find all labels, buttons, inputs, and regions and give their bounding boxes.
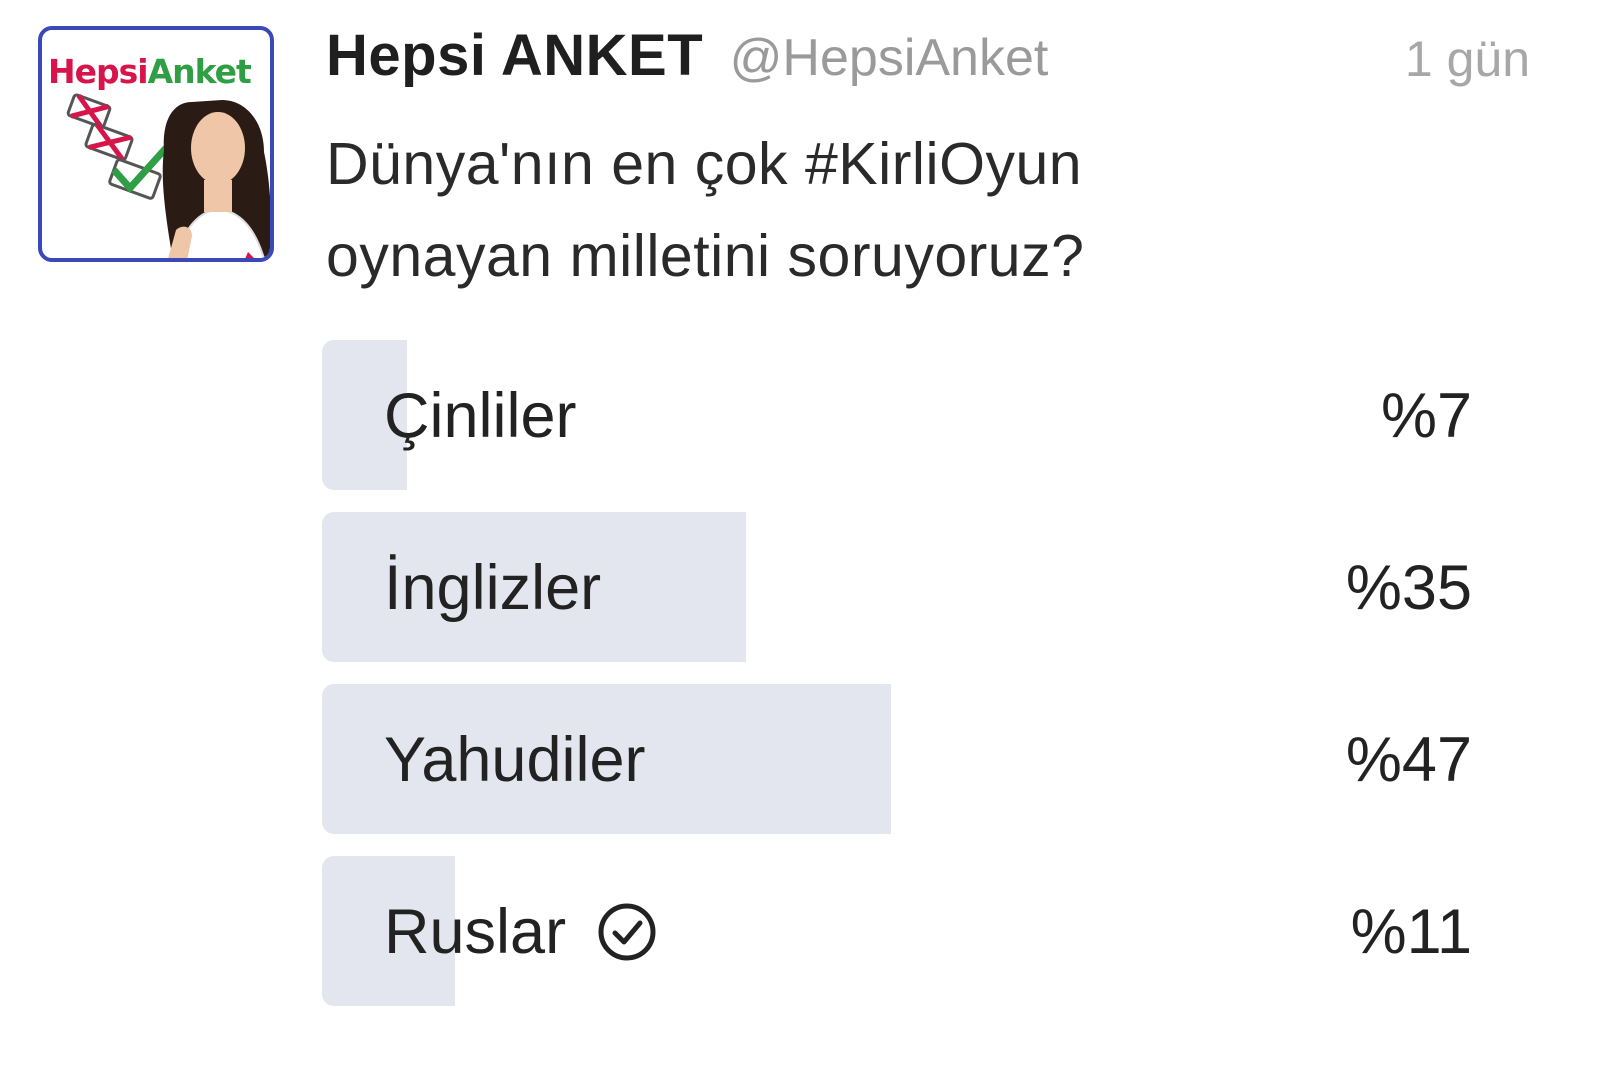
- poll-option-label: İnglizler: [384, 553, 602, 623]
- user-handle[interactable]: @HepsiAnket: [730, 29, 1049, 87]
- tweet-text-line: Dünya'nın en çok #KirliOyun: [326, 131, 1083, 197]
- poll-option-percent: %7: [1380, 381, 1472, 451]
- timestamp[interactable]: 1 gün: [1405, 30, 1530, 88]
- poll-option-percent: %47: [1345, 725, 1472, 795]
- avatar-illustration: [66, 93, 270, 258]
- tweet-text: Dünya'nın en çok #KirliOyun oynayan mill…: [326, 118, 1426, 302]
- tweet-text-line: oynayan milletini soruyoruz?: [326, 223, 1085, 289]
- check-circle-icon: [598, 903, 656, 961]
- poll-option-percent: %11: [1350, 897, 1472, 967]
- poll-option[interactable]: İnglizler %35: [322, 512, 1472, 662]
- poll-option[interactable]: Yahudiler %47: [322, 684, 1472, 834]
- poll-option[interactable]: Ruslar %11: [322, 856, 1472, 1006]
- tweet-card: HepsiAnket Hepsi ANKET @HepsiAnket 1 gün…: [0, 0, 1610, 1080]
- tweet-header: Hepsi ANKET @HepsiAnket 1 gün: [326, 22, 1530, 92]
- avatar[interactable]: HepsiAnket: [38, 26, 274, 262]
- poll: Çinliler %7 İnglizler %35 Yahudiler %47 …: [322, 340, 1472, 1028]
- poll-option-label: Ruslar: [384, 896, 658, 968]
- poll-option[interactable]: Çinliler %7: [322, 340, 1472, 490]
- poll-option-percent: %35: [1345, 553, 1472, 623]
- poll-option-label: Çinliler: [384, 381, 577, 451]
- display-name[interactable]: Hepsi ANKET: [326, 23, 703, 88]
- poll-option-label: Yahudiler: [384, 725, 646, 795]
